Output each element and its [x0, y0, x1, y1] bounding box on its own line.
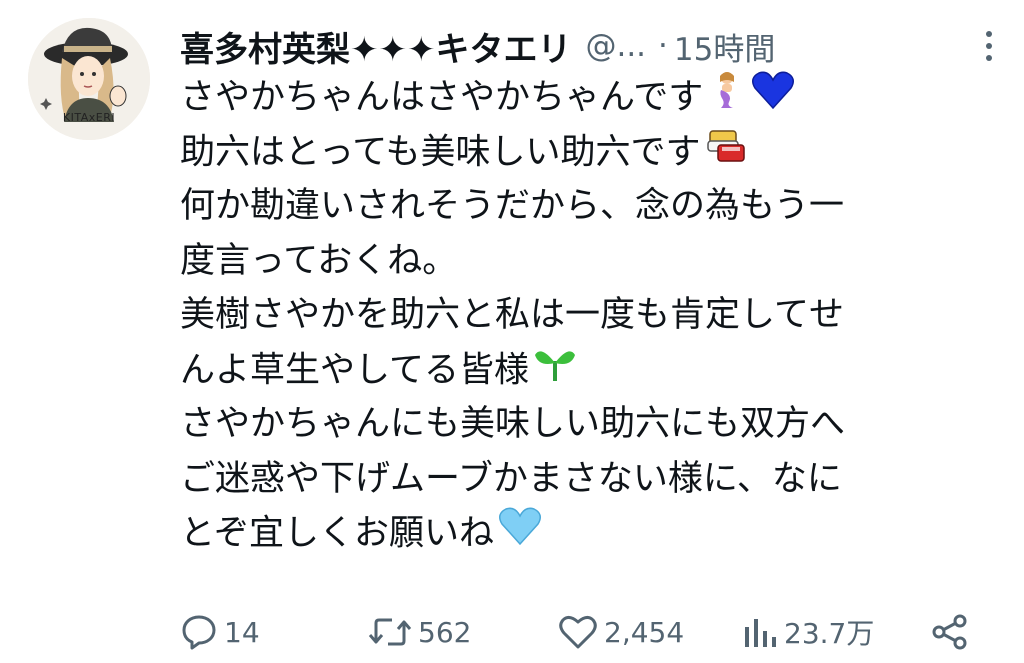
retweet-button[interactable]: 562: [368, 608, 471, 656]
avatar[interactable]: KITAxERI: [28, 18, 150, 140]
light-blue-heart-emoji: [498, 506, 542, 563]
tweet: KITAxERI 喜多村英梨✦✦✦キタエリ @... · 15時間 さやかちゃん…: [0, 0, 1024, 663]
blue-heart-emoji: [751, 70, 795, 127]
like-count: 2,454: [604, 615, 685, 649]
text-line: とぞ宜しくお願いね: [180, 506, 1010, 561]
reply-button[interactable]: 14: [180, 608, 260, 656]
timestamp[interactable]: 15時間: [674, 24, 775, 69]
text-line-content: 何か勘違いされそうだから、念の為もう一: [180, 186, 844, 226]
handle[interactable]: @...: [585, 28, 646, 64]
text-line-content: んよ草生やしてる皆様: [180, 349, 529, 390]
text-line-content: ご迷惑や下げムーブかまさない様に、なに: [180, 458, 842, 499]
text-line: 助六はとっても美味しい助六です: [180, 125, 1010, 180]
retweet-icon: [368, 613, 412, 651]
views-count: 23.7万: [784, 617, 875, 650]
text-line: ご迷惑や下げムーブかまさない様に、なに: [180, 452, 1010, 507]
text-line: んよ草生やしてる皆様: [180, 343, 1010, 398]
bar-chart-icon: [742, 613, 778, 651]
tweet-header: 喜多村英梨✦✦✦キタエリ @... · 15時間: [180, 18, 1004, 74]
mermaid-emoji: [707, 70, 747, 127]
share-icon: [930, 613, 970, 651]
tweet-text: さやかちゃんはさやかちゃんです 助六はとっても美味しい助六です 何か勘違いされそ…: [180, 70, 1010, 561]
share-button[interactable]: [930, 608, 970, 656]
more-vertical-icon[interactable]: [974, 26, 1004, 66]
speech-bubble-icon: [180, 613, 218, 651]
text-line-content: とぞ宜しくお願いね: [180, 513, 494, 554]
text-line-content: 助六はとっても美味しい助六です: [180, 131, 701, 172]
text-line-content: さやかちゃんにも美味しい助六にも双方へ: [180, 404, 846, 444]
text-line: さやかちゃんはさやかちゃんです: [180, 70, 1010, 125]
avatar-caption: KITAxERI: [62, 111, 116, 124]
separator-dot: ·: [658, 28, 668, 64]
reply-count: 14: [224, 615, 260, 649]
text-line: 何か勘違いされそうだから、念の為もう一: [180, 179, 1010, 234]
text-line: さやかちゃんにも美味しい助六にも双方へ: [180, 397, 1010, 452]
text-line: 美樹さやかを助六と私は一度も肯定してせ: [180, 288, 1010, 343]
retweet-count: 562: [418, 615, 472, 649]
sushi-box-emoji: [704, 125, 746, 182]
text-line-content: 度言っておくね。: [180, 240, 458, 281]
like-button[interactable]: 2,454: [558, 608, 684, 656]
text-line-content: 美樹さやかを助六と私は一度も肯定してせ: [180, 295, 844, 335]
display-name[interactable]: 喜多村英梨✦✦✦キタエリ: [180, 22, 571, 71]
text-line: 度言っておくね。: [180, 234, 1010, 289]
seedling-emoji: [533, 343, 577, 400]
action-bar: 14 562 2,454 23.7万: [180, 608, 974, 656]
text-line-content: さやかちゃんはさやかちゃんです: [180, 77, 704, 118]
views-button[interactable]: 23.7万: [742, 608, 874, 656]
heart-icon: [558, 613, 598, 651]
